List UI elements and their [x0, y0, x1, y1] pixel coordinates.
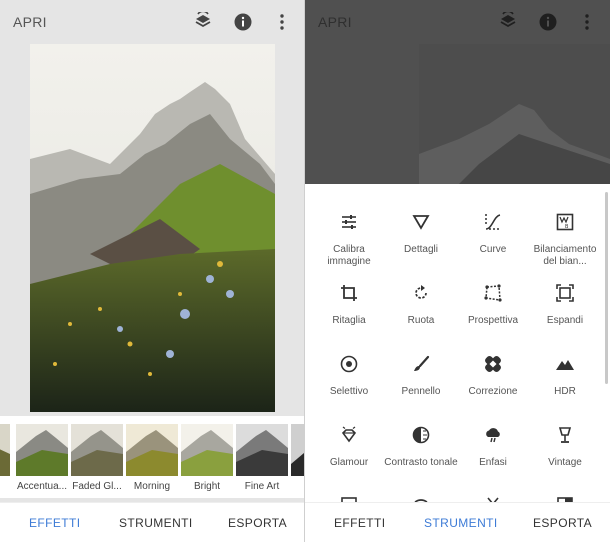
top-bar: APRI: [305, 0, 610, 44]
filter-morning[interactable]: Morning: [126, 424, 178, 494]
tool-label: Prospettiva: [467, 315, 519, 326]
triangle-details-icon: [409, 210, 433, 234]
tool-row5-partial[interactable]: [455, 494, 531, 502]
tool-row5-partial[interactable]: [383, 494, 459, 502]
tool-curves[interactable]: Curve: [455, 210, 531, 256]
tab-effects[interactable]: EFFETTI: [29, 516, 80, 530]
tool-rotate[interactable]: Ruota: [383, 281, 459, 327]
tool-label: Pennello: [401, 386, 441, 397]
open-button[interactable]: APRI: [13, 14, 47, 30]
more-vertical-icon[interactable]: [271, 11, 293, 33]
tool-label: Dettagli: [404, 244, 438, 255]
rotate-icon: [409, 281, 433, 305]
more-vertical-icon[interactable]: [576, 11, 598, 33]
tool-crop[interactable]: Ritaglia: [311, 281, 387, 327]
tool-label: Contrasto tonale: [384, 457, 458, 468]
filter-fine-art[interactable]: Fine Art: [236, 424, 288, 494]
curves-icon: [481, 210, 505, 234]
tool-healing[interactable]: Correzione: [455, 352, 531, 398]
top-bar: APRI: [0, 0, 305, 44]
filter-label: Faded Gl...: [72, 481, 122, 492]
effects-screen: APRI Accentua... Faded Gl... Morning Bri…: [0, 0, 305, 542]
bottom-nav: EFFETTI STRUMENTI ESPORTA: [0, 502, 305, 542]
tonal-contrast-icon: [409, 423, 433, 447]
filter-label: Fine Art: [244, 481, 280, 492]
tools-sheet: Calibra immagine Dettagli Curve B Bilanc…: [305, 184, 610, 502]
tool-white-balance[interactable]: B Bilanciamento del bian...: [527, 210, 603, 268]
tab-effects[interactable]: EFFETTI: [334, 516, 385, 530]
layers-history-icon[interactable]: [192, 11, 214, 33]
tool-label: Ruota: [407, 315, 435, 326]
scrollbar[interactable]: [605, 192, 608, 384]
tab-tools[interactable]: STRUMENTI: [119, 516, 193, 530]
tool-hdr[interactable]: HDR: [527, 352, 603, 398]
tool-drama[interactable]: Enfasi: [455, 423, 531, 469]
tool-perspective[interactable]: Prospettiva: [455, 281, 531, 327]
tab-export[interactable]: ESPORTA: [533, 516, 592, 530]
tool-details[interactable]: Dettagli: [383, 210, 459, 256]
tool-label: Enfasi: [479, 457, 507, 468]
white-balance-icon: B: [553, 210, 577, 234]
tool-label: HDR: [554, 386, 576, 397]
glamour-diamond-icon: [337, 423, 361, 447]
retrolux-icon: [409, 494, 433, 502]
info-icon[interactable]: [537, 11, 559, 33]
info-icon[interactable]: [232, 11, 254, 33]
tool-row5-partial[interactable]: [527, 494, 603, 502]
tool-label: Calibra immagine: [327, 244, 371, 267]
brush-icon: [409, 352, 433, 376]
filter-accentuate[interactable]: Accentua...: [16, 424, 68, 494]
filter-thumb-partial[interactable]: [291, 424, 305, 494]
crop-icon: [337, 281, 361, 305]
tool-row5-partial[interactable]: [311, 494, 387, 502]
filter-label: Morning: [133, 481, 171, 492]
healing-icon: [481, 352, 505, 376]
grainy-film-icon: [337, 494, 361, 502]
hdr-mountain-icon: [553, 352, 577, 376]
tab-export[interactable]: ESPORTA: [228, 516, 287, 530]
photo-preview-dimmed: [419, 44, 610, 184]
tool-label: Ritaglia: [332, 315, 366, 326]
selective-icon: [337, 352, 361, 376]
perspective-icon: [481, 281, 505, 305]
tool-label: Espandi: [546, 315, 584, 326]
photo-preview: [30, 44, 275, 412]
tool-label: Bilanciamento del bian...: [533, 244, 597, 267]
filter-label: Bright: [193, 481, 221, 492]
filter-thumb-partial[interactable]: [0, 424, 10, 494]
tool-tonal-contrast[interactable]: Contrasto tonale: [383, 423, 459, 469]
tool-label: Curve: [479, 244, 507, 255]
layers-history-icon[interactable]: [497, 11, 519, 33]
black-white-icon: [553, 494, 577, 502]
tool-brush[interactable]: Pennello: [383, 352, 459, 398]
drama-cloud-icon: [481, 423, 505, 447]
filter-label: Accentua...: [16, 481, 68, 492]
tool-glamour[interactable]: Glamour: [311, 423, 387, 469]
sliders-icon: [337, 210, 361, 234]
filter-strip[interactable]: Accentua... Faded Gl... Morning Bright F…: [0, 416, 305, 498]
vintage-lamp-icon: [553, 423, 577, 447]
tool-label: Selettivo: [329, 386, 369, 397]
tab-tools[interactable]: STRUMENTI: [424, 516, 498, 530]
tool-label: Vintage: [548, 457, 582, 468]
tool-expand[interactable]: Espandi: [527, 281, 603, 327]
svg-text:B: B: [565, 224, 569, 230]
filter-faded-glow[interactable]: Faded Gl...: [71, 424, 123, 494]
tool-label: Correzione: [468, 386, 518, 397]
tools-screen: APRI Calibra immagine Dettagli Curve B B…: [305, 0, 610, 542]
tool-label: Glamour: [329, 457, 369, 468]
filter-bright[interactable]: Bright: [181, 424, 233, 494]
tool-vintage[interactable]: Vintage: [527, 423, 603, 469]
grunge-icon: [481, 494, 505, 502]
expand-icon: [553, 281, 577, 305]
bottom-nav: EFFETTI STRUMENTI ESPORTA: [305, 502, 610, 542]
tool-tune-image[interactable]: Calibra immagine: [311, 210, 387, 268]
tool-selective[interactable]: Selettivo: [311, 352, 387, 398]
open-button[interactable]: APRI: [318, 14, 352, 30]
